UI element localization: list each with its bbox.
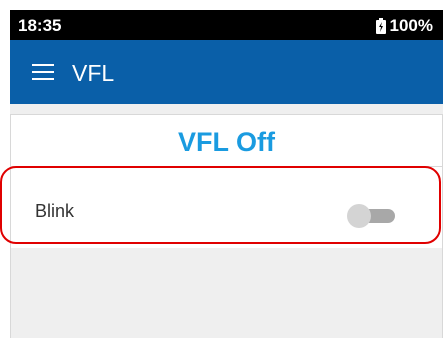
blink-label: Blink [35, 201, 75, 221]
status-time: 18:35 [18, 16, 62, 35]
battery-percentage: 100% [389, 16, 433, 35]
status-bar: 18:35 100% [10, 10, 443, 40]
battery-indicator: 100% [375, 16, 433, 36]
empty-content-area [10, 248, 443, 338]
blink-toggle[interactable] [347, 204, 397, 228]
battery-charging-icon [375, 18, 386, 34]
toggle-thumb [347, 204, 371, 228]
blink-setting-row[interactable]: Blink [10, 166, 443, 250]
vfl-status-label: VFL Off [178, 127, 275, 157]
device-screen: 18:35 100% VFL VFL Off Blink [0, 0, 443, 338]
vfl-status-panel: VFL Off [10, 114, 443, 167]
hamburger-menu-icon[interactable] [32, 64, 54, 80]
app-bar: VFL [10, 40, 443, 104]
main-content: VFL Off Blink [10, 104, 443, 338]
page-title: VFL [72, 60, 115, 86]
